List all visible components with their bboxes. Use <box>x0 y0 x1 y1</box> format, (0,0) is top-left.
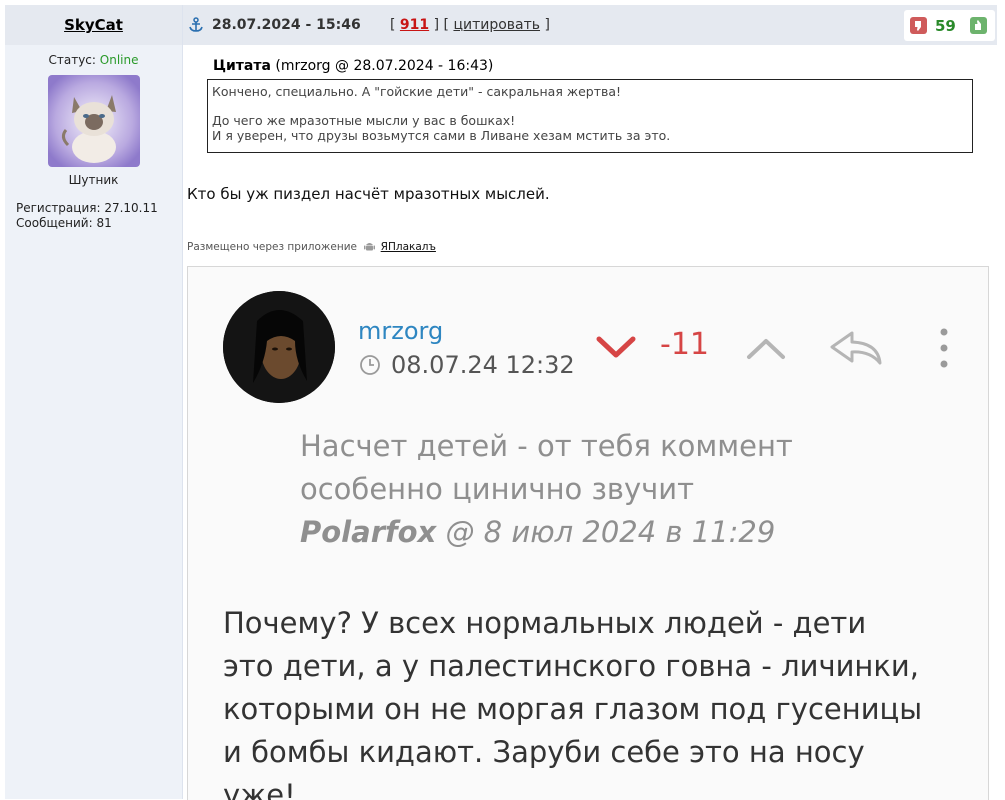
thumb-up-glyph <box>975 20 981 30</box>
embed-quote: Насчет детей - от тебя коммент особенно … <box>300 425 793 554</box>
embed-body-line: Почему? У всех нормальных людей - дети <box>223 606 867 640</box>
android-icon <box>364 243 376 251</box>
embed-score: -11 <box>660 327 709 362</box>
embed-quote-line: Насчет детей - от тебя коммент <box>300 429 793 463</box>
embed-timestamp: 08.07.24 12:32 <box>391 351 575 379</box>
cite-button[interactable]: цитировать <box>453 17 540 33</box>
quote-line: До чего же мразотные мысли у вас в бошка… <box>212 113 516 128</box>
app-link[interactable]: ЯПлакалъ <box>381 241 436 253</box>
user-header: SkyCat <box>5 5 182 45</box>
embed-body-line: это дети, а у палестинского говна - личи… <box>223 649 919 683</box>
post-header: 28.07.2024 - 15:46 [ 911 ] [ цитировать … <box>183 5 997 45</box>
post-links: [ 911 ] [ цитировать ] <box>390 17 550 33</box>
more-vertical-icon <box>940 328 948 368</box>
chevron-down-icon <box>596 336 636 358</box>
post-rating: 59 <box>935 17 956 35</box>
embed-avatar-image <box>223 291 335 403</box>
post-date: 28.07.2024 - 15:46 <box>212 17 361 33</box>
embed-quote-line: особенно цинично звучит <box>300 472 695 506</box>
cat-avatar-image <box>47 75 140 167</box>
embed-username: mrzorg <box>358 317 444 345</box>
embed-avatar <box>223 291 335 403</box>
clock-icon <box>360 355 380 375</box>
post-text: Кто бы уж пиздел насчёт мразотных мыслей… <box>187 185 550 203</box>
quote-box: Кончено, специально. А "гойские дети" - … <box>207 79 973 153</box>
registration-date: Регистрация: 27.10.11 <box>16 201 158 215</box>
chevron-up-icon <box>747 339 785 359</box>
message-count: Сообщений: 81 <box>16 216 112 230</box>
username-link[interactable]: SkyCat <box>64 16 123 34</box>
thumb-up-icon[interactable] <box>970 17 987 34</box>
embed-quote-author: Polarfox <box>300 515 437 549</box>
user-panel: SkyCat Статус: Online Шутник Регистрация… <box>5 5 183 799</box>
rating-box: 59 <box>904 10 995 41</box>
quote-line: И я уверен, что друзы возьмутся сами в Л… <box>212 128 671 143</box>
quote-label: Цитата <box>213 58 271 74</box>
user-meta: Регистрация: 27.10.11 Сообщений: 81 <box>16 201 182 231</box>
thumb-down-icon[interactable] <box>910 17 927 34</box>
embed-quote-meta: @ 8 июл 2024 в 11:29 <box>445 515 776 549</box>
embed-body: Почему? У всех нормальных людей - дети э… <box>223 602 922 800</box>
reply-arrow-icon <box>830 331 882 365</box>
anchor-icon[interactable] <box>189 17 203 33</box>
embed-body-line: уже! <box>223 778 296 800</box>
quote-line: Кончено, специально. А "гойские дети" - … <box>212 84 622 99</box>
embed-body-line: которыми он не моргая глазом под гусениц… <box>223 692 923 726</box>
status-value: Online <box>99 53 139 67</box>
quote-source: (mrzorg @ 28.07.2024 - 16:43) <box>275 58 494 74</box>
user-rank: Шутник <box>68 173 119 187</box>
app-attribution: Размещено через приложение ЯПлакалъ <box>187 240 436 253</box>
post-number-link[interactable]: 911 <box>400 17 429 33</box>
forum-page: SkyCat Статус: Online Шутник Регистрация… <box>0 0 1005 800</box>
embed-body-line: и бомбы кидают. Заруби себе это на носу <box>223 735 865 769</box>
user-status: Статус: Online <box>5 53 182 67</box>
quote-header: Цитата (mrzorg @ 28.07.2024 - 16:43) <box>213 58 493 74</box>
embed-quote-attribution: Polarfox @ 8 июл 2024 в 11:29 <box>300 511 793 554</box>
app-prefix: Размещено через приложение <box>187 241 357 253</box>
embedded-screenshot: mrzorg 08.07.24 12:32 -11 Насчет детей -… <box>187 266 989 800</box>
avatar[interactable] <box>47 75 140 167</box>
thumb-down-glyph <box>915 21 921 31</box>
status-label: Статус: <box>48 53 96 67</box>
